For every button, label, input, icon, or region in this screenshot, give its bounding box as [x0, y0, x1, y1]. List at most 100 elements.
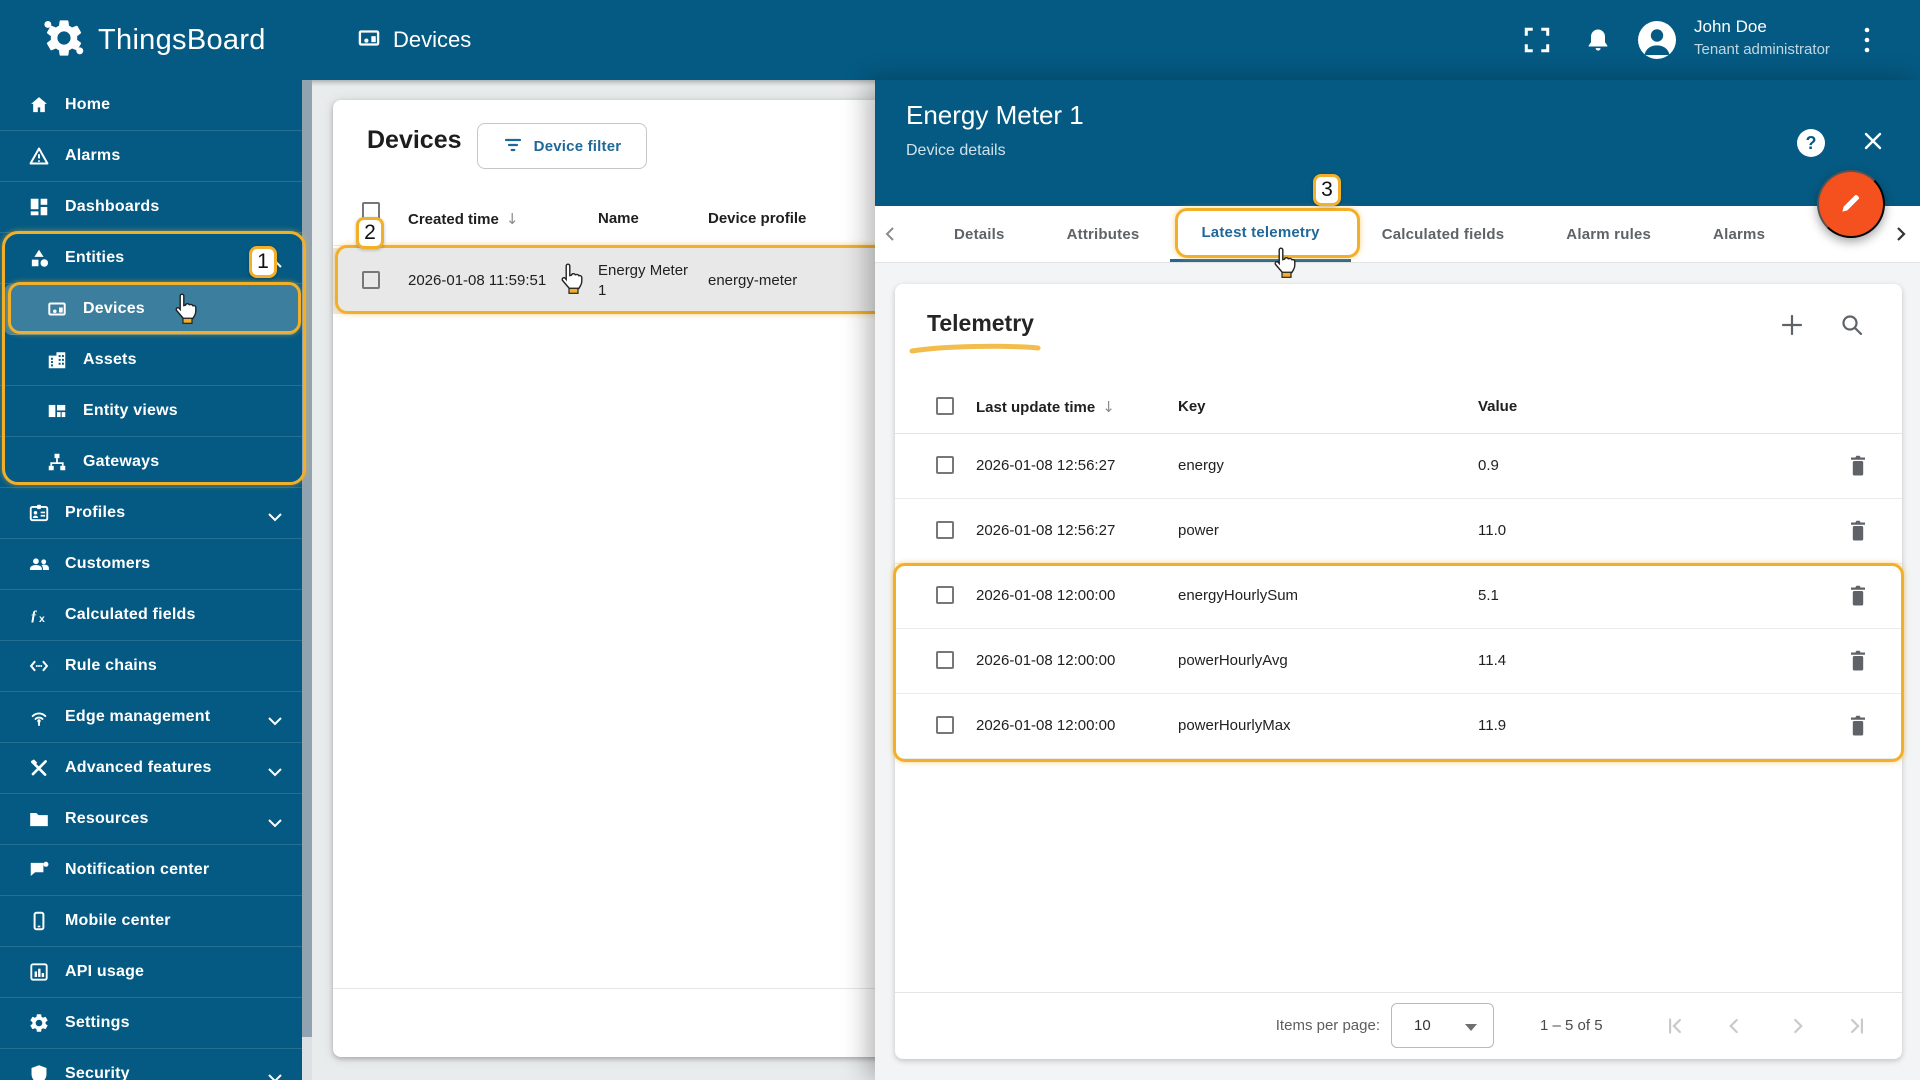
sidebar-item-label: Edge management	[65, 708, 210, 726]
telemetry-row[interactable]: 2026-01-08 12:00:00 energyHourlySum 5.1	[895, 564, 1902, 629]
breadcrumb[interactable]: Devices	[356, 0, 471, 80]
sidebar-item-gateways[interactable]: Gateways	[0, 437, 302, 488]
chevron-down-icon	[268, 713, 282, 731]
svg-text:x: x	[39, 614, 45, 625]
delete-trash-icon[interactable]	[1848, 454, 1868, 482]
telemetry-value: 5.1	[1478, 587, 1499, 604]
next-page-icon[interactable]	[1786, 1014, 1810, 1043]
close-icon[interactable]	[1860, 128, 1886, 154]
column-value[interactable]: Value	[1478, 398, 1517, 415]
telemetry-row[interactable]: 2026-01-08 12:56:27 energy 0.9	[895, 434, 1902, 499]
sidebar-item-label: Entities	[65, 249, 124, 267]
row-checkbox[interactable]	[936, 521, 954, 539]
add-telemetry-icon[interactable]	[1779, 312, 1805, 343]
tab-alarm-rules[interactable]: Alarm rules	[1535, 206, 1682, 262]
sidebar-item-resources[interactable]: Resources	[0, 794, 302, 845]
sidebar-scrollbar-thumb[interactable]	[302, 80, 312, 1037]
pencil-icon	[1837, 189, 1865, 220]
edit-fab-button[interactable]	[1817, 170, 1885, 238]
column-device-profile[interactable]: Device profile	[708, 210, 806, 227]
customers-people-icon	[28, 553, 50, 575]
telemetry-row[interactable]: 2026-01-08 12:56:27 power 11.0	[895, 499, 1902, 564]
chevron-down-icon	[268, 509, 282, 527]
telemetry-row[interactable]: 2026-01-08 12:00:00 powerHourlyAvg 11.4	[895, 629, 1902, 694]
device-profile: energy-meter	[708, 272, 797, 289]
tabs-scroll-left-icon[interactable]	[884, 226, 896, 247]
sidebar-item-api-usage[interactable]: API usage	[0, 947, 302, 998]
tab-alarms[interactable]: Alarms	[1682, 206, 1796, 262]
chevron-down-icon	[268, 815, 282, 833]
chevron-down-icon	[268, 764, 282, 782]
sidebar-item-assets[interactable]: Assets	[0, 335, 302, 386]
tab-latest-telemetry[interactable]: Latest telemetry	[1170, 206, 1350, 262]
fullscreen-icon[interactable]	[1522, 0, 1552, 80]
last-page-icon[interactable]	[1845, 1014, 1869, 1043]
row-checkbox[interactable]	[362, 271, 380, 289]
drawer-header: Energy Meter 1 Device details ?	[875, 80, 1920, 206]
device-filter-button[interactable]: Device filter	[477, 123, 647, 169]
sidebar-item-settings[interactable]: Settings	[0, 998, 302, 1049]
tab-calculated-fields[interactable]: Calculated fields	[1351, 206, 1536, 262]
delete-trash-icon[interactable]	[1848, 714, 1868, 742]
sidebar-item-label: Settings	[65, 1014, 130, 1032]
delete-trash-icon[interactable]	[1848, 649, 1868, 677]
row-checkbox[interactable]	[936, 716, 954, 734]
sidebar-item-label: Security	[65, 1065, 130, 1080]
dashboards-icon	[28, 196, 50, 218]
device-details-subtitle: Device details	[906, 142, 1006, 160]
tab-details[interactable]: Details	[923, 206, 1036, 262]
row-checkbox[interactable]	[936, 586, 954, 604]
sidebar-item-alarms[interactable]: Alarms	[0, 131, 302, 182]
previous-page-icon[interactable]	[1722, 1014, 1746, 1043]
svg-text:ƒ: ƒ	[30, 608, 37, 624]
column-created-time[interactable]: Created time↓	[408, 210, 518, 228]
device-created-time: 2026-01-08 11:59:51	[408, 272, 546, 289]
more-options-kebab-icon[interactable]	[1862, 0, 1872, 80]
telemetry-row[interactable]: 2026-01-08 12:00:00 powerHourlyMax 11.9	[895, 694, 1902, 759]
sidebar-item-entity-views[interactable]: Entity views	[0, 386, 302, 437]
sidebar-item-mobile-center[interactable]: Mobile center	[0, 896, 302, 947]
tab-attributes[interactable]: Attributes	[1036, 206, 1171, 262]
telemetry-value: 11.0	[1478, 522, 1506, 539]
telemetry-key: powerHourlyAvg	[1178, 652, 1288, 669]
shield-icon	[28, 1063, 50, 1080]
user-info[interactable]: John Doe Tenant administrator	[1694, 15, 1830, 61]
mobile-phone-icon	[28, 910, 50, 932]
sidebar-item-label: Entity views	[83, 402, 178, 420]
sidebar-item-edge-management[interactable]: Edge management	[0, 692, 302, 743]
delete-trash-icon[interactable]	[1848, 519, 1868, 547]
telemetry-time: 2026-01-08 12:00:00	[976, 652, 1115, 669]
telemetry-time: 2026-01-08 12:56:27	[976, 522, 1115, 539]
telemetry-value: 0.9	[1478, 457, 1499, 474]
first-page-icon[interactable]	[1663, 1014, 1687, 1043]
row-checkbox[interactable]	[936, 456, 954, 474]
help-icon[interactable]: ?	[1797, 129, 1825, 157]
page-size-select[interactable]: 10	[1391, 1003, 1494, 1048]
chevron-down-icon	[1465, 1024, 1477, 1031]
sidebar-item-profiles[interactable]: Profiles	[0, 488, 302, 539]
sidebar-item-advanced-features[interactable]: Advanced features	[0, 743, 302, 794]
sidebar-item-devices[interactable]: Devices	[4, 284, 298, 335]
sidebar-item-calculated-fields[interactable]: ƒx Calculated fields	[0, 590, 302, 641]
sidebar-item-customers[interactable]: Customers	[0, 539, 302, 590]
sidebar-item-home[interactable]: Home	[0, 80, 302, 131]
assets-building-icon	[46, 349, 68, 371]
row-checkbox[interactable]	[936, 651, 954, 669]
column-name[interactable]: Name	[598, 210, 639, 227]
sidebar-item-security[interactable]: Security	[0, 1049, 302, 1080]
sidebar-item-notification-center[interactable]: Notification center	[0, 845, 302, 896]
select-all-checkbox[interactable]	[936, 397, 954, 415]
user-avatar[interactable]	[1638, 21, 1676, 59]
thingsboard-logo[interactable]: ThingsBoard	[42, 0, 266, 80]
sidebar-item-dashboards[interactable]: Dashboards	[0, 182, 302, 233]
search-icon[interactable]	[1839, 312, 1865, 343]
notifications-bell-icon[interactable]	[1584, 0, 1612, 80]
telemetry-key: energy	[1178, 457, 1224, 474]
tabs-scroll-right-icon[interactable]	[1895, 226, 1907, 247]
sidebar-item-rule-chains[interactable]: Rule chains	[0, 641, 302, 692]
column-last-update-time[interactable]: Last update time↓	[976, 398, 1115, 416]
column-key[interactable]: Key	[1178, 398, 1206, 415]
sidebar-scrollbar-track[interactable]	[302, 80, 312, 1080]
device-details-title: Energy Meter 1	[906, 100, 1084, 131]
delete-trash-icon[interactable]	[1848, 584, 1868, 612]
